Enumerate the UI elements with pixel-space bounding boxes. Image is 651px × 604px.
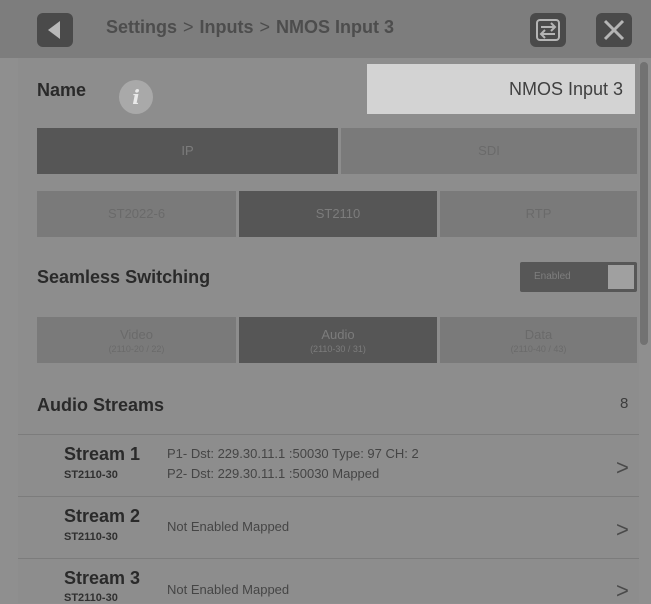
interface-ip-button[interactable]: IP [37, 128, 338, 174]
stream-detail-line1: Not Enabled Mapped [167, 582, 290, 597]
essence-data-button[interactable]: Data (2110-40 / 43) [440, 317, 637, 363]
breadcrumb-separator: > [183, 17, 194, 37]
essence-data-sub: (2110-40 / 43) [510, 344, 567, 354]
seamless-switching-label: Seamless Switching [37, 267, 211, 287]
essence-video-label: Video [119, 327, 153, 342]
breadcrumb-settings[interactable]: Settings [106, 17, 177, 37]
format-st2110-button[interactable]: ST2110 [239, 191, 437, 237]
toggle-knob [608, 265, 634, 289]
divider [18, 558, 639, 559]
essence-audio-sub: (2110-30 / 31) [310, 344, 366, 354]
info-glyph: i [132, 85, 140, 109]
divider [18, 434, 639, 435]
breadcrumb-inputs[interactable]: Inputs [200, 17, 254, 37]
back-button[interactable] [37, 13, 73, 47]
essence-video-button[interactable]: Video (2110-20 / 22) [37, 317, 236, 363]
toggle-state-label: Enabled [534, 271, 571, 282]
name-field[interactable]: NMOS Input 3 [367, 64, 635, 114]
close-x-icon [603, 19, 625, 41]
breadcrumb: Settings > Inputs > NMOS Input 3 [106, 17, 394, 38]
info-icon[interactable]: i [119, 80, 153, 114]
format-st2022-6-button[interactable]: ST2022-6 [37, 191, 236, 237]
stream-detail-line1: Not Enabled Mapped [167, 519, 290, 534]
swap-button[interactable] [530, 13, 566, 47]
stream-type: ST2110-30 [64, 592, 118, 604]
swap-arrows-icon [536, 19, 560, 41]
essence-data-label: Data [524, 327, 553, 342]
stream-type: ST2110-30 [64, 531, 118, 543]
chevron-right-icon: > [616, 517, 629, 542]
chevron-right-icon: > [616, 578, 629, 603]
interface-sdi-button[interactable]: SDI [341, 128, 637, 174]
essence-video-sub: (2110-20 / 22) [108, 344, 165, 354]
essence-audio-label: Audio [321, 327, 355, 342]
chevron-right-icon: > [616, 455, 629, 480]
close-button[interactable] [596, 13, 632, 47]
format-rtp-button[interactable]: RTP [440, 191, 637, 237]
breadcrumb-separator: > [259, 17, 271, 37]
breadcrumb-current: NMOS Input 3 [276, 17, 395, 37]
stream-type: ST2110-30 [64, 469, 118, 481]
stream-name: Stream 1 [64, 444, 141, 464]
back-arrow-icon [48, 21, 60, 39]
stream-detail-line2: P2- Dst: 229.30.11.1 :50030 Mapped [167, 466, 380, 481]
stream-name: Stream 3 [64, 568, 141, 588]
audio-streams-title: Audio Streams [37, 395, 165, 415]
essence-audio-button[interactable]: Audio (2110-30 / 31) [239, 317, 437, 363]
scrollbar[interactable] [640, 62, 648, 345]
audio-streams-count: 8 [620, 395, 629, 412]
divider [18, 496, 639, 497]
stream-detail-line1: P1- Dst: 229.30.11.1 :50030 Type: 97 CH:… [167, 446, 419, 461]
stream-name: Stream 2 [64, 506, 141, 526]
title-bar: Settings > Inputs > NMOS Input 3 [0, 0, 651, 58]
name-label: Name [37, 80, 87, 100]
seamless-switching-toggle[interactable]: Enabled [520, 262, 637, 292]
